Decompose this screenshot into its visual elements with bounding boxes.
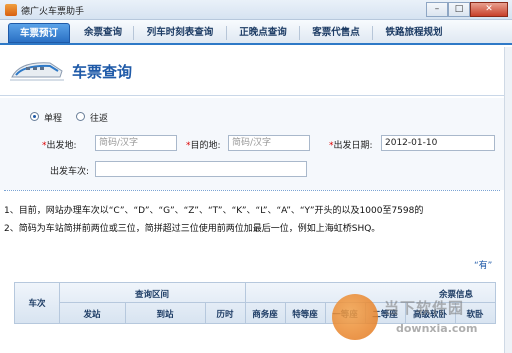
maximize-button[interactable]: □ <box>448 2 470 17</box>
section-divider <box>4 190 500 191</box>
search-form: 单程 往返 *出发地: 简码/汉字 *目的地: 简码/汉字 *出发日期: 201… <box>0 98 504 190</box>
tab-ticket-agencies[interactable]: 客票代售点 <box>303 23 369 43</box>
header-divider <box>0 95 504 96</box>
page-title: 车票查询 <box>72 63 133 81</box>
tab-separator <box>299 26 300 40</box>
from-label: *出发地: <box>42 141 77 151</box>
from-station-input[interactable]: 简码/汉字 <box>95 135 177 151</box>
tab-journey-planner[interactable]: 铁路旅程规划 <box>376 23 452 43</box>
date-label: *出发日期: <box>329 141 373 151</box>
notes-panel: 1、目前，网站办理车次以“C”、“D”、“G”、“Z”、“T”、“K”、“L”、… <box>0 193 504 241</box>
tab-timetable[interactable]: 列车时刻表查询 <box>137 23 223 43</box>
tab-delay-query[interactable]: 正晚点查询 <box>230 23 296 43</box>
train-icon <box>10 62 64 81</box>
app-icon <box>5 4 17 16</box>
tab-separator <box>133 26 134 40</box>
minimize-button[interactable]: – <box>426 2 448 17</box>
note-line-2: 2、简码为车站简拼前两位或三位，简拼超过三位使用前两位加最后一位，例如上海虹桥S… <box>4 224 381 234</box>
train-number-label: 出发车次: <box>50 167 90 177</box>
tab-remaining-tickets[interactable]: 余票查询 <box>76 23 130 43</box>
to-label: *目的地: <box>186 141 221 151</box>
one-way-radio[interactable] <box>30 112 39 121</box>
note-line-1: 1、目前，网站办理车次以“C”、“D”、“G”、“Z”、“T”、“K”、“L”、… <box>4 206 424 216</box>
tab-separator <box>226 26 227 40</box>
tab-bar: 车票预订 余票查询 列车时刻表查询 正晚点查询 客票代售点 铁路旅程规划 <box>0 20 512 45</box>
col-train-number: 车次 <box>28 299 46 309</box>
tab-separator <box>372 26 373 40</box>
close-button[interactable]: ✕ <box>470 2 508 17</box>
vertical-scrollbar[interactable] <box>504 47 512 353</box>
train-number-input[interactable] <box>95 161 307 177</box>
col-to-station: 到站 <box>156 310 174 320</box>
col-from-station: 发站 <box>83 310 101 320</box>
watermark-text: 当下软件园 <box>384 299 465 317</box>
round-trip-radio[interactable] <box>76 112 85 121</box>
watermark-logo-icon <box>332 294 378 340</box>
col-duration: 历时 <box>216 310 234 320</box>
col-special-seat: 特等座 <box>292 310 318 320</box>
to-station-input[interactable]: 简码/汉字 <box>228 135 310 151</box>
page-header: 车票查询 <box>0 47 512 97</box>
has-ticket-link[interactable]: “有” <box>474 258 492 271</box>
col-business-seat: 商务座 <box>252 310 278 320</box>
window-controls: – □ ✕ <box>426 2 508 17</box>
one-way-label: 单程 <box>44 114 63 124</box>
window-titlebar: 德广火车票助手 – □ ✕ <box>0 0 512 20</box>
watermark-subtext: downxia.com <box>396 322 478 335</box>
window-title: 德广火车票助手 <box>21 7 85 17</box>
tab-ticket-booking[interactable]: 车票预订 <box>8 23 70 43</box>
col-group-interval: 查询区间 <box>134 290 169 300</box>
round-trip-label: 往返 <box>90 114 109 124</box>
departure-date-input[interactable]: 2012-01-10 <box>381 135 495 151</box>
